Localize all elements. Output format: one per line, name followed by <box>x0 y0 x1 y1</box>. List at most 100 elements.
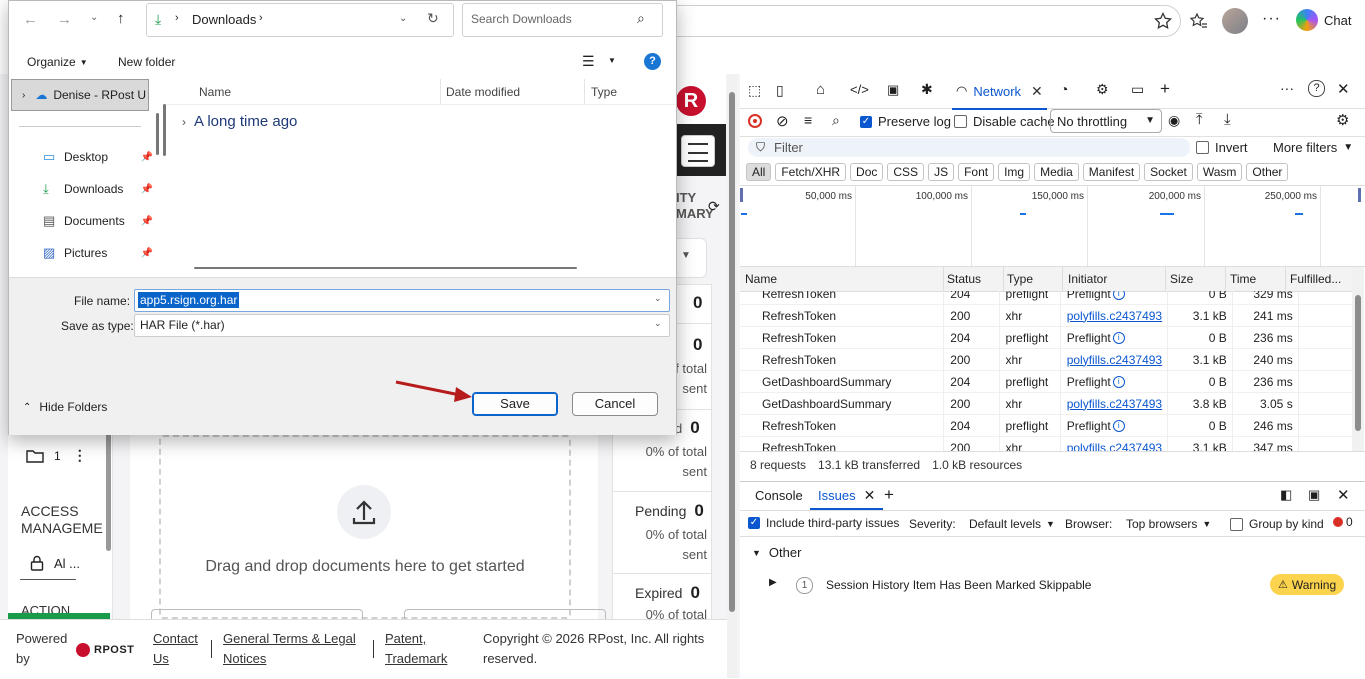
drawer-tab-issues[interactable]: Issues ✕ <box>810 482 884 510</box>
path-folder[interactable]: Downloads <box>192 12 256 27</box>
column-time[interactable]: Time <box>1230 272 1256 286</box>
chip-wasm[interactable]: Wasm <box>1196 163 1243 181</box>
pin-icon[interactable]: 📌 <box>141 184 153 195</box>
recent-chevron-icon[interactable]: ⌄ <box>90 12 98 23</box>
chip-doc[interactable]: Doc <box>850 163 884 181</box>
summary-select[interactable]: ▼ <box>676 238 707 278</box>
console-icon[interactable]: ▣ <box>887 82 899 98</box>
column-date-modified[interactable]: Date modified <box>446 85 520 99</box>
export-har-icon[interactable]: ⤓ <box>1224 111 1231 128</box>
application-icon[interactable]: ▭ <box>1131 81 1144 98</box>
severity-select[interactable]: Default levels ▼ <box>969 517 1055 531</box>
table-row[interactable]: RefreshToken 204 preflight Preflight i 0 B 246… <box>740 414 1352 437</box>
close-icon[interactable]: ✕ <box>1031 83 1043 100</box>
group-by-kind-checkbox[interactable]: Group by kind <box>1230 517 1324 531</box>
disable-cache-checkbox[interactable]: Disable cache <box>954 114 1055 129</box>
column-initiator[interactable]: Initiator <box>1068 272 1107 286</box>
dock-side-icon[interactable]: ◧ <box>1280 487 1292 503</box>
filter-funnel-icon[interactable]: ≡ <box>804 112 812 128</box>
path-bar[interactable]: ⤓ › Downloads › ⌄ ↻ <box>146 3 454 37</box>
preflight-info-icon[interactable]: i <box>1112 291 1125 301</box>
close-devtools-icon[interactable]: ✕ <box>1337 80 1350 98</box>
close-drawer-icon[interactable]: ✕ <box>1337 486 1350 504</box>
preflight-info-icon[interactable]: i <box>1112 332 1125 345</box>
refresh-icon[interactable]: ↻ <box>427 10 439 27</box>
nav-item-onedrive[interactable]: › ☁ Denise - RPost U <box>11 79 149 111</box>
chip-font[interactable]: Font <box>958 163 995 181</box>
table-scrollbar[interactable] <box>1352 267 1364 451</box>
pin-icon[interactable]: 📌 <box>141 216 153 227</box>
table-row[interactable]: RefreshToken 200 xhr polyfills.c2437493 3.1 … <box>740 304 1352 327</box>
more-filters-button[interactable]: More filters ▼ <box>1273 140 1353 155</box>
throttling-select[interactable]: No throttling ▼ <box>1050 109 1162 133</box>
add-drawer-tab-icon[interactable]: + <box>884 485 894 505</box>
save-type-select[interactable]: HAR File (*.har) ⌄ <box>134 314 670 337</box>
nav-scrollbar[interactable] <box>156 113 159 155</box>
column-type[interactable]: Type <box>591 85 617 99</box>
table-row[interactable]: GetDashboardSummary 204 preflight Preflight… <box>740 370 1352 393</box>
chip-manifest[interactable]: Manifest <box>1082 163 1141 181</box>
timeline-handle-left[interactable] <box>740 188 743 202</box>
back-arrow-icon[interactable]: ← <box>23 11 38 28</box>
new-folder-button[interactable]: New folder <box>118 55 175 69</box>
file-list-hscrollbar[interactable] <box>194 267 577 269</box>
search-icon[interactable]: ⌕ <box>832 112 840 129</box>
search-downloads-input[interactable]: Search Downloads ⌕ <box>462 3 663 37</box>
request-initiator[interactable]: polyfills.c2437493 <box>1067 353 1162 367</box>
organize-button[interactable]: Organize ▼ <box>27 55 88 69</box>
hide-folders-button[interactable]: ⌃ Hide Folders <box>23 400 107 414</box>
chip-all[interactable]: All <box>746 163 772 181</box>
inspect-icon[interactable]: ⬚ <box>748 82 761 99</box>
table-row[interactable]: RefreshToken 200 xhr polyfills.c2437493 3.1 … <box>740 348 1352 371</box>
favorites-list-icon[interactable] <box>1190 12 1208 30</box>
file-group-header[interactable]: › A long time ago <box>182 113 297 130</box>
nav-item-pictures[interactable]: ▨ Pictures 📌 <box>43 245 153 261</box>
column-size[interactable]: Size <box>1170 272 1193 286</box>
chip-fetch-xhr[interactable]: Fetch/XHR <box>775 163 847 181</box>
file-name-input[interactable]: app5.rsign.org.har ⌄ <box>134 289 670 312</box>
view-options-icon[interactable]: ☰ <box>582 53 595 70</box>
request-initiator[interactable]: polyfills.c2437493 <box>1067 397 1162 411</box>
screenshot-icon[interactable]: ▣ <box>1308 487 1320 503</box>
close-icon[interactable]: ✕ <box>864 487 876 504</box>
address-bar[interactable] <box>660 5 1181 37</box>
timeline-handle-right[interactable] <box>1358 188 1361 202</box>
invert-checkbox[interactable]: Invert <box>1196 140 1248 155</box>
copilot-chat-button[interactable]: Chat <box>1296 9 1351 31</box>
column-name[interactable]: Name <box>199 85 231 99</box>
pin-icon[interactable]: 📌 <box>141 152 153 163</box>
record-icon[interactable] <box>748 114 762 128</box>
device-icon[interactable]: ▯ <box>776 82 784 99</box>
request-initiator[interactable]: polyfills.c2437493 <box>1067 309 1162 323</box>
help-icon[interactable]: ? <box>644 53 661 70</box>
refresh-icon[interactable]: ⟳ <box>708 198 720 215</box>
nav-item-desktop[interactable]: ▭ Desktop 📌 <box>43 149 153 165</box>
filter-input[interactable]: ⛉ Filter <box>748 138 1190 157</box>
nav-item-downloads[interactable]: ⤓ Downloads 📌 <box>43 181 153 197</box>
chip-socket[interactable]: Socket <box>1144 163 1193 181</box>
chevron-down-icon[interactable]: ⌄ <box>654 293 662 304</box>
chip-css[interactable]: CSS <box>887 163 925 181</box>
elements-icon[interactable]: </> <box>850 82 869 97</box>
table-row[interactable]: RefreshToken 204 preflight Preflight i 0 B 236… <box>740 326 1352 349</box>
profile-avatar[interactable] <box>1222 8 1248 34</box>
issues-group-other[interactable]: ▼ Other <box>752 545 801 560</box>
page-scrollbar[interactable] <box>727 74 737 678</box>
clear-icon[interactable]: ⊘ <box>776 112 789 130</box>
issue-row[interactable]: ▶ 1 Session History Item Has Been Marked… <box>740 571 1365 599</box>
network-conditions-icon[interactable]: ◉ <box>1168 112 1180 129</box>
preserve-log-checkbox[interactable]: ✓ Preserve log <box>860 114 951 129</box>
access-item[interactable]: Al ... <box>30 555 80 571</box>
hamburger-menu-button[interactable] <box>681 135 715 167</box>
timeline-overview[interactable]: 50,000 ms 100,000 ms 150,000 ms 200,000 ms 2… <box>740 185 1365 267</box>
chip-other[interactable]: Other <box>1246 163 1289 181</box>
welcome-home-icon[interactable]: ⌂ <box>816 81 825 98</box>
patent-link[interactable]: Patent, Trademark <box>385 629 447 669</box>
column-name[interactable]: Name <box>745 272 777 286</box>
help-icon[interactable]: ? <box>1308 80 1325 97</box>
pin-icon[interactable]: 📌 <box>141 248 153 259</box>
network-settings-icon[interactable]: ⚙ <box>1336 111 1349 129</box>
chip-media[interactable]: Media <box>1034 163 1079 181</box>
column-status[interactable]: Status <box>947 272 981 286</box>
cancel-button[interactable]: Cancel <box>572 392 658 416</box>
